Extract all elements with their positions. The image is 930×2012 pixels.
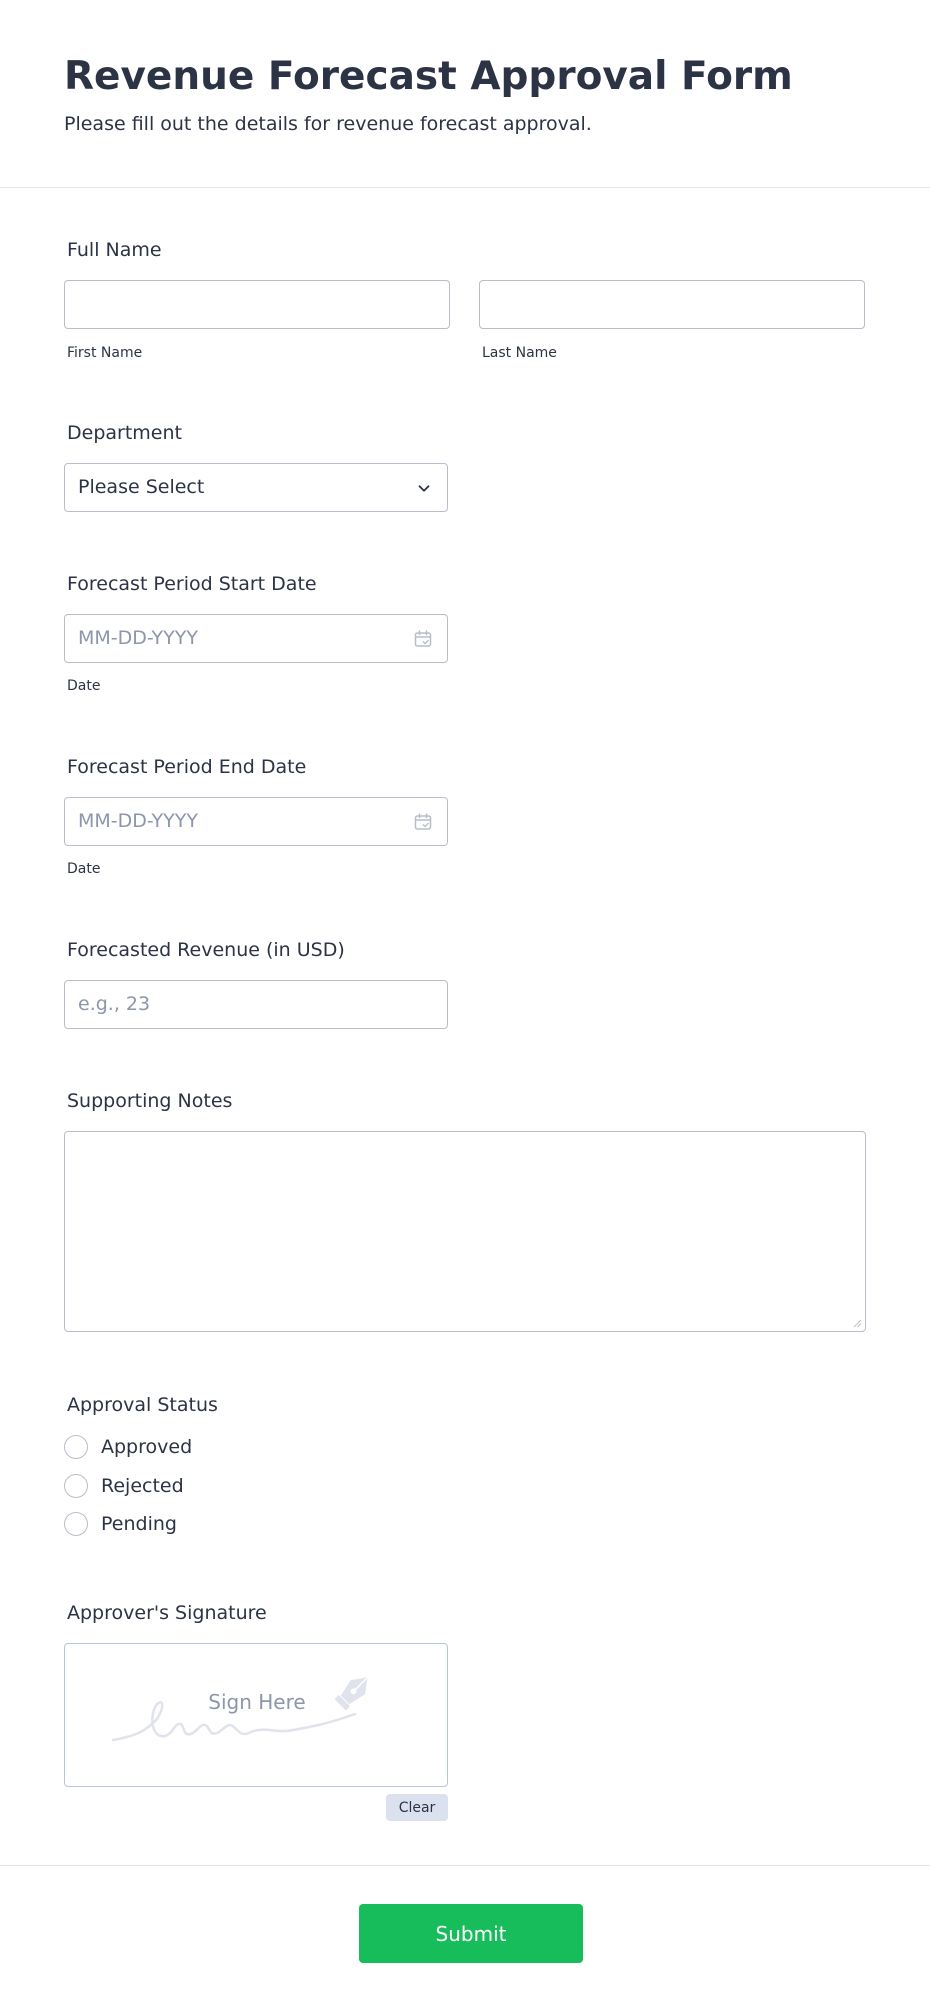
end-date-sublabel: Date: [67, 861, 101, 877]
end-date-placeholder: MM-DD-YYYY: [78, 810, 198, 832]
end-date-input[interactable]: MM-DD-YYYY: [64, 797, 448, 846]
chevron-down-icon: [418, 485, 430, 492]
approval-label: Approval Status: [67, 1394, 218, 1416]
department-selected-value: Please Select: [78, 476, 205, 498]
first-name-input[interactable]: [64, 280, 450, 329]
revenue-label: Forecasted Revenue (in USD): [67, 939, 345, 961]
department-select[interactable]: Please Select: [64, 463, 448, 512]
resize-grip-icon[interactable]: [852, 1318, 862, 1328]
radio-label: Approved: [101, 1436, 193, 1458]
notes-textarea[interactable]: [64, 1131, 866, 1332]
radio-circle[interactable]: [64, 1435, 88, 1459]
submit-button[interactable]: Submit: [359, 1904, 583, 1963]
form-header: Revenue Forecast Approval Form Please fi…: [64, 52, 866, 136]
radio-circle[interactable]: [64, 1512, 88, 1536]
first-name-sublabel: First Name: [67, 345, 143, 361]
calendar-icon[interactable]: [413, 629, 433, 649]
clear-signature-button[interactable]: Clear: [386, 1794, 448, 1821]
end-date-label: Forecast Period End Date: [67, 756, 307, 778]
footer-divider: [0, 1865, 930, 1866]
revenue-placeholder: e.g., 23: [78, 993, 151, 1015]
start-date-input[interactable]: MM-DD-YYYY: [64, 614, 448, 663]
calendar-icon[interactable]: [413, 812, 433, 832]
start-date-sublabel: Date: [67, 678, 101, 694]
last-name-input[interactable]: [479, 280, 865, 329]
revenue-input[interactable]: e.g., 23: [64, 980, 448, 1029]
radio-label: Rejected: [101, 1475, 184, 1497]
header-divider: [0, 187, 930, 188]
radio-label: Pending: [101, 1513, 177, 1535]
last-name-sublabel: Last Name: [482, 345, 557, 361]
full-name-label: Full Name: [67, 239, 162, 261]
notes-label: Supporting Notes: [67, 1090, 233, 1112]
signature-label: Approver's Signature: [67, 1602, 267, 1624]
radio-circle[interactable]: [64, 1474, 88, 1498]
start-date-label: Forecast Period Start Date: [67, 573, 317, 595]
signature-scribble-icon: [111, 1676, 369, 1742]
department-label: Department: [67, 422, 182, 444]
signature-pad[interactable]: Sign Here: [64, 1643, 448, 1787]
pen-nib-icon: [334, 1676, 369, 1711]
form-subtitle: Please fill out the details for revenue …: [64, 113, 592, 135]
form-title: Revenue Forecast Approval Form: [64, 54, 793, 99]
start-date-placeholder: MM-DD-YYYY: [78, 627, 198, 649]
